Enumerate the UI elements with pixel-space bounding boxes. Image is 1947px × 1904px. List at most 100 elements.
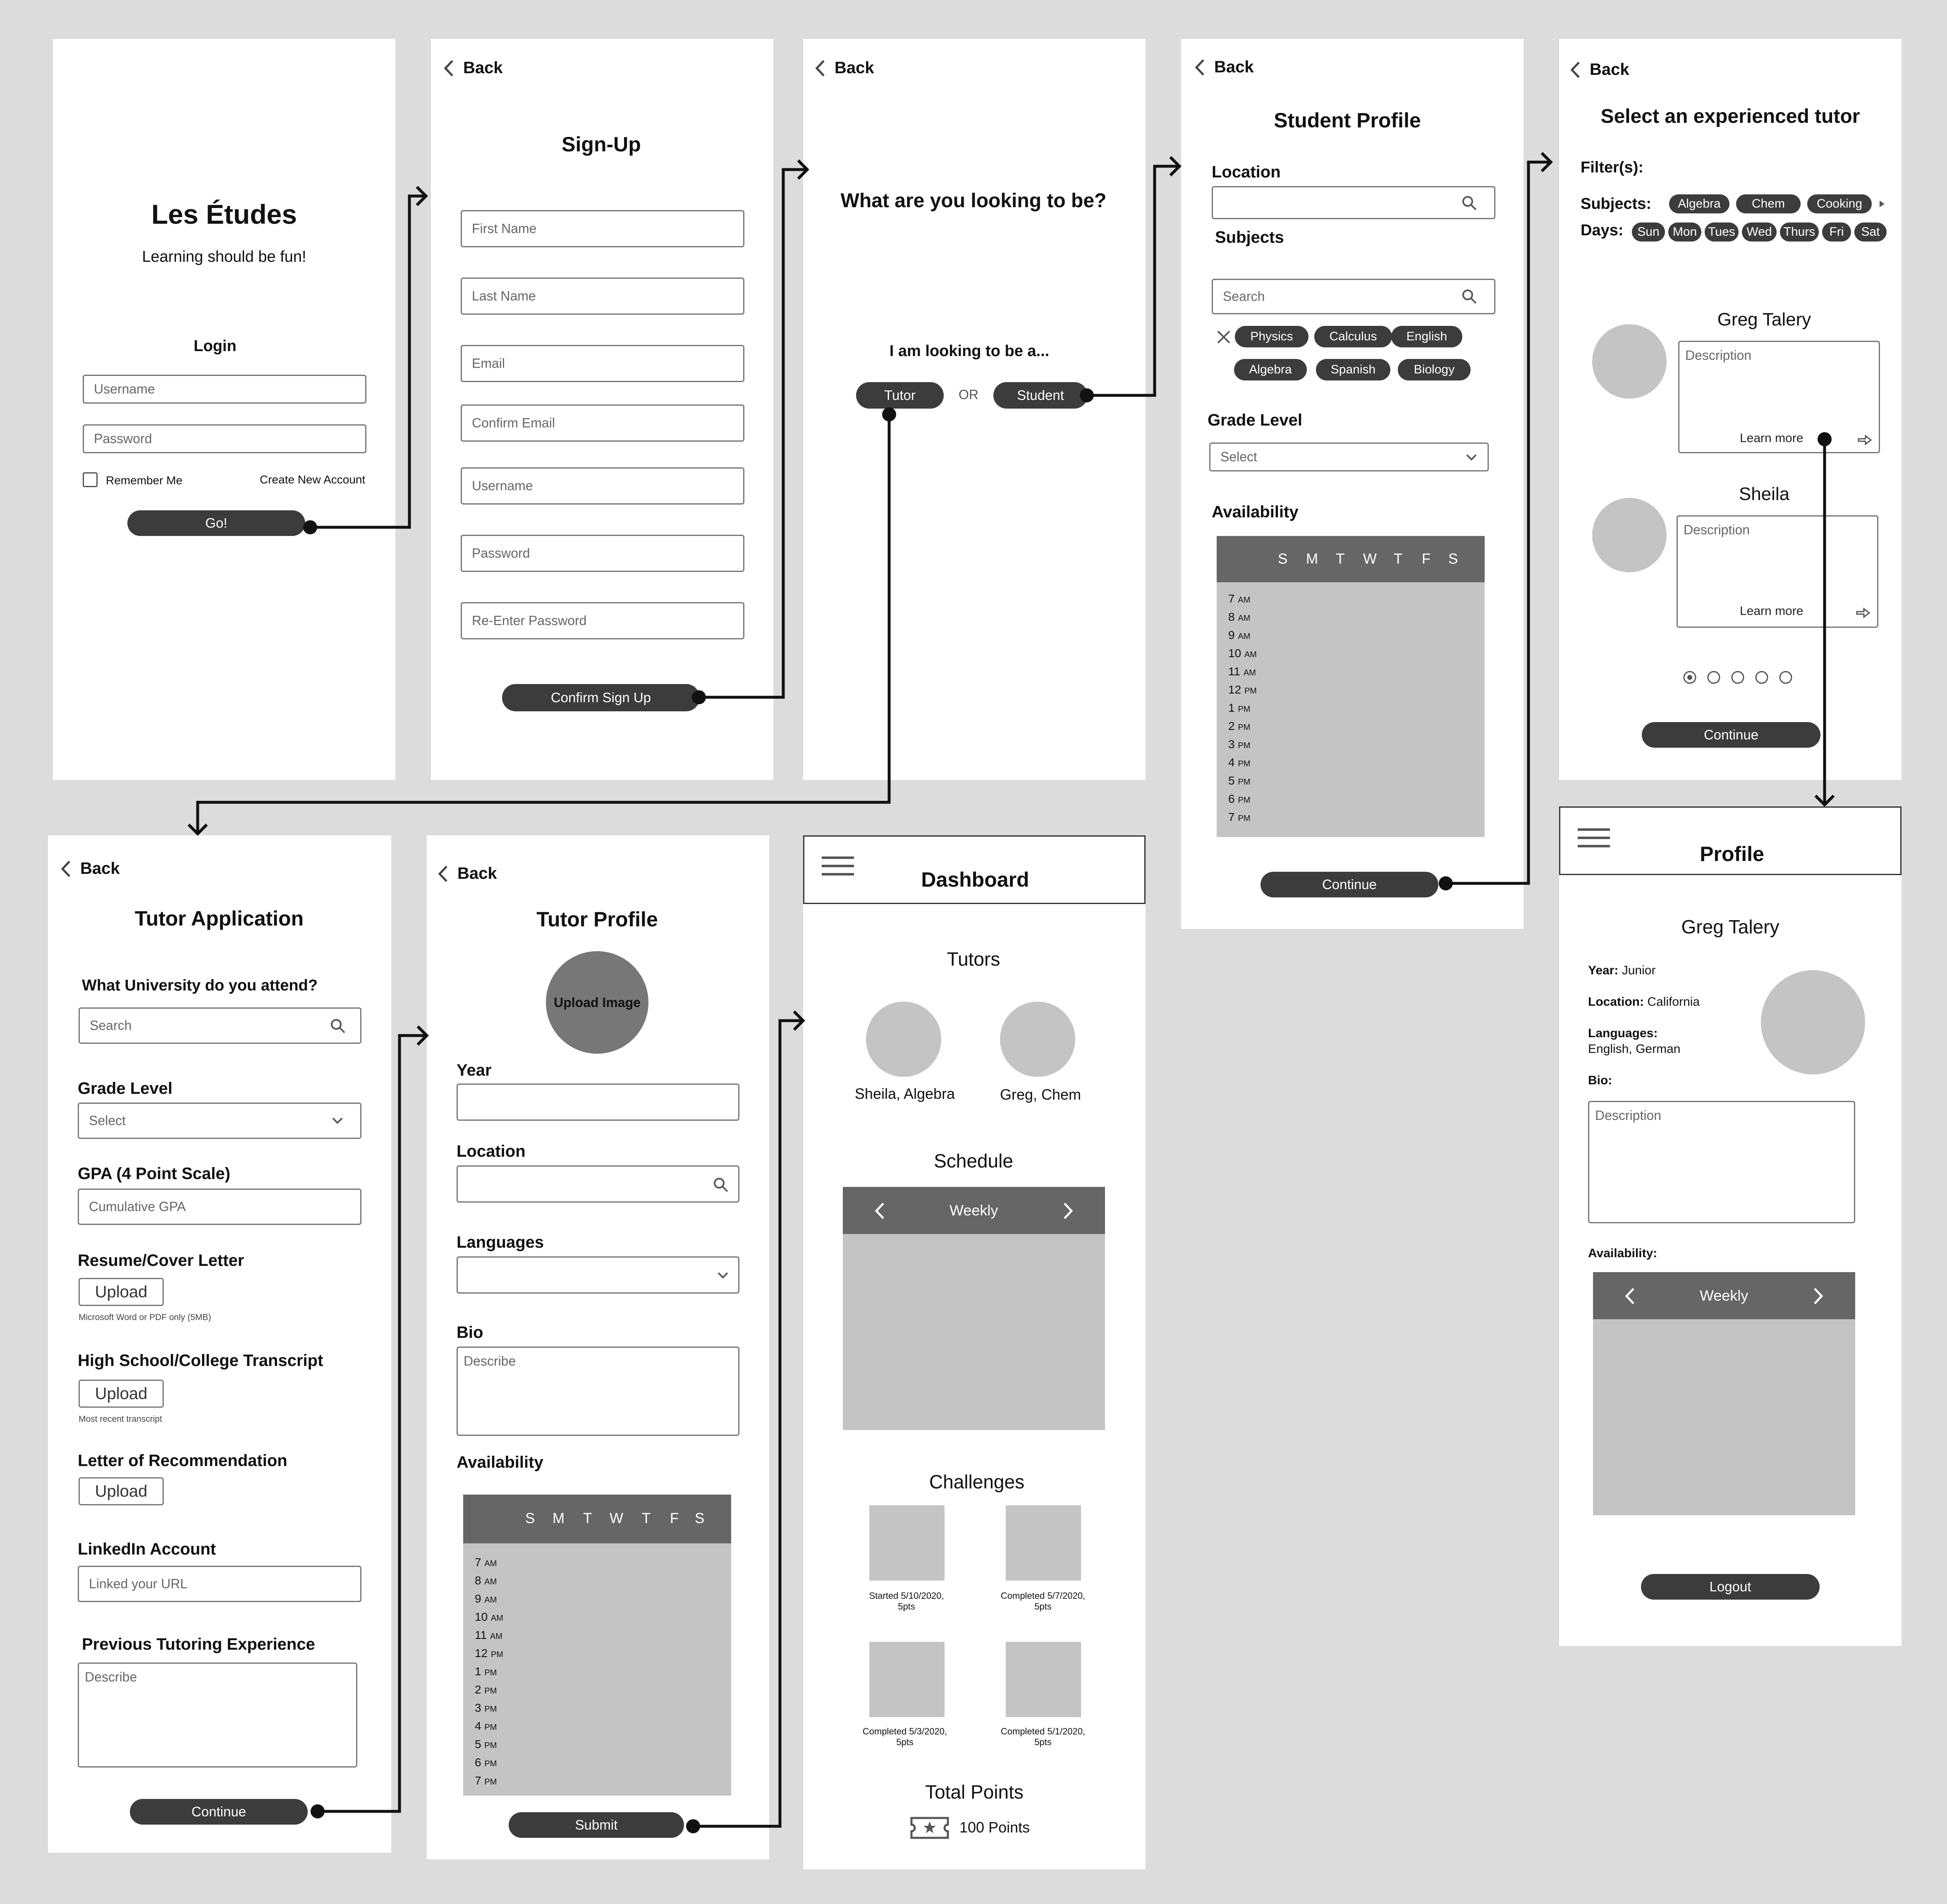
learn-more-link[interactable]: Learn more — [1740, 431, 1803, 445]
chevron-left-icon[interactable] — [874, 1202, 885, 1220]
time-hour: 11 — [475, 1629, 487, 1641]
chevron-left-icon[interactable] — [1624, 1287, 1635, 1305]
first-name-input[interactable]: First Name — [461, 210, 744, 247]
subjects-search-input[interactable]: Search — [1212, 279, 1495, 314]
student-button[interactable]: Student — [993, 382, 1088, 409]
subject-chip-calculus[interactable]: Calculus — [1314, 326, 1392, 347]
password-input[interactable]: Password — [83, 424, 366, 453]
subject-chip-physics[interactable]: Physics — [1235, 326, 1308, 347]
challenge-tile[interactable] — [869, 1505, 945, 1581]
location-input[interactable] — [457, 1165, 739, 1203]
profile-screen: Profile Greg Talery Year: Junior Locatio… — [1559, 806, 1902, 1646]
location-label: Location — [457, 1142, 526, 1160]
day-chip-mon[interactable]: Mon — [1668, 222, 1701, 242]
confirm-email-input[interactable]: Confirm Email — [461, 404, 744, 442]
back-button[interactable]: Back — [60, 859, 120, 878]
time-label: 2 PM — [1228, 720, 1250, 733]
challenge-tile[interactable] — [1006, 1505, 1081, 1581]
grade-level-select[interactable]: Select — [78, 1103, 361, 1139]
create-account-link[interactable]: Create New Account — [260, 473, 365, 486]
experience-textarea[interactable]: Describe — [78, 1662, 357, 1768]
share-arrow-icon[interactable] — [1857, 434, 1872, 446]
filter-chip-algebra[interactable]: Algebra — [1669, 194, 1729, 213]
time-hour: 7 — [475, 1556, 481, 1569]
reenter-password-input[interactable]: Re-Enter Password — [461, 602, 744, 639]
caret-right-icon[interactable] — [1878, 199, 1886, 208]
day-chip-sun[interactable]: Sun — [1632, 222, 1665, 242]
grade-level-select[interactable]: Select — [1209, 443, 1489, 471]
continue-button[interactable]: Continue — [1642, 722, 1820, 748]
time-period: AM — [490, 1614, 503, 1623]
year-input[interactable] — [457, 1084, 739, 1121]
signup-password-input[interactable]: Password — [461, 535, 744, 572]
back-button[interactable]: Back — [1570, 60, 1629, 79]
challenge-tile[interactable] — [869, 1642, 945, 1717]
continue-button[interactable]: Continue — [130, 1799, 308, 1825]
hamburger-menu-icon[interactable] — [822, 856, 854, 881]
app-title: Les Études — [151, 199, 297, 230]
day-chip-sat[interactable]: Sat — [1854, 222, 1887, 242]
back-button[interactable]: Back — [443, 59, 503, 77]
location-input[interactable] — [1212, 186, 1495, 219]
recommendation-upload-button[interactable]: Upload — [79, 1477, 164, 1505]
pagination-dots-icon[interactable] — [1682, 670, 1794, 686]
share-arrow-icon[interactable] — [1856, 607, 1870, 619]
submit-button[interactable]: Submit — [509, 1812, 684, 1838]
transcript-upload-button[interactable]: Upload — [79, 1380, 164, 1408]
time-label: 1 PM — [1228, 701, 1250, 715]
languages-select[interactable] — [457, 1256, 739, 1294]
gpa-input[interactable]: Cumulative GPA — [78, 1189, 361, 1225]
linkedin-input[interactable]: Linked your URL — [78, 1566, 361, 1602]
back-button[interactable]: Back — [438, 864, 497, 883]
resume-upload-button[interactable]: Upload — [79, 1278, 164, 1306]
email-input[interactable]: Email — [461, 345, 744, 382]
back-button[interactable]: Back — [1194, 58, 1254, 77]
filter-chip-chem[interactable]: Chem — [1736, 194, 1801, 213]
last-name-input[interactable]: Last Name — [461, 277, 744, 315]
logout-button[interactable]: Logout — [1641, 1574, 1820, 1600]
confirm-signup-button[interactable]: Confirm Sign Up — [502, 684, 700, 711]
continue-button[interactable]: Continue — [1261, 872, 1438, 897]
page-title: Tutor Application — [134, 907, 304, 930]
back-button[interactable]: Back — [815, 59, 874, 77]
arrowhead — [187, 823, 208, 836]
close-icon[interactable] — [1217, 330, 1231, 344]
filter-chip-cooking[interactable]: Cooking — [1807, 194, 1872, 213]
time-label: 11 AM — [475, 1629, 502, 1642]
tutor-application-screen: Back Tutor Application What University d… — [48, 835, 391, 1853]
day-chip-wed[interactable]: Wed — [1742, 222, 1777, 242]
day-chip-fri[interactable]: Fri — [1822, 222, 1851, 242]
day-label: T — [583, 1510, 592, 1526]
subject-chip-spanish[interactable]: Spanish — [1316, 359, 1390, 380]
availability-grid[interactable]: S M T W T F S 7 AM 8 AM 9 AM 10 AM 11 AM 12 P… — [1217, 536, 1485, 837]
signup-username-input[interactable]: Username — [461, 467, 744, 505]
remember-me-checkbox[interactable] — [83, 472, 98, 487]
chevron-left-icon — [444, 60, 453, 77]
chevron-right-icon[interactable] — [1813, 1287, 1824, 1305]
username-input[interactable]: Username — [83, 375, 366, 404]
availability-calendar[interactable]: Weekly — [1593, 1272, 1855, 1515]
time-period: PM — [484, 1668, 497, 1677]
challenge-tile[interactable] — [1006, 1642, 1081, 1717]
availability-grid[interactable]: S M T W T F S 7 AM 8 AM 9 AM 10 AM 11 AM 12 P… — [463, 1495, 731, 1796]
subject-chip-biology[interactable]: Biology — [1398, 359, 1471, 380]
learn-more-link[interactable]: Learn more — [1740, 604, 1803, 618]
hamburger-menu-icon[interactable] — [1578, 828, 1610, 853]
schedule-calendar[interactable]: Weekly — [843, 1187, 1105, 1430]
time-period: AM — [1238, 614, 1251, 623]
day-chip-thurs[interactable]: Thurs — [1780, 222, 1819, 242]
day-chip-tues[interactable]: Tues — [1705, 222, 1739, 242]
university-search-input[interactable]: Search — [79, 1007, 361, 1044]
bio-textarea[interactable]: Describe — [457, 1347, 739, 1436]
pagination-dots[interactable] — [1682, 670, 1794, 689]
availability-label: Availability — [457, 1453, 543, 1471]
tutor-name: Greg Talery — [1717, 309, 1811, 330]
subject-chip-algebra[interactable]: Algebra — [1234, 359, 1307, 380]
subject-chip-english[interactable]: English — [1391, 326, 1462, 347]
tutor-avatar[interactable] — [1000, 1002, 1075, 1077]
upload-image-button[interactable]: Upload Image — [546, 951, 648, 1054]
go-button[interactable]: Go! — [127, 510, 305, 536]
tutor-button[interactable]: Tutor — [856, 382, 944, 409]
tutor-avatar[interactable] — [866, 1002, 941, 1077]
chevron-right-icon[interactable] — [1063, 1202, 1074, 1220]
